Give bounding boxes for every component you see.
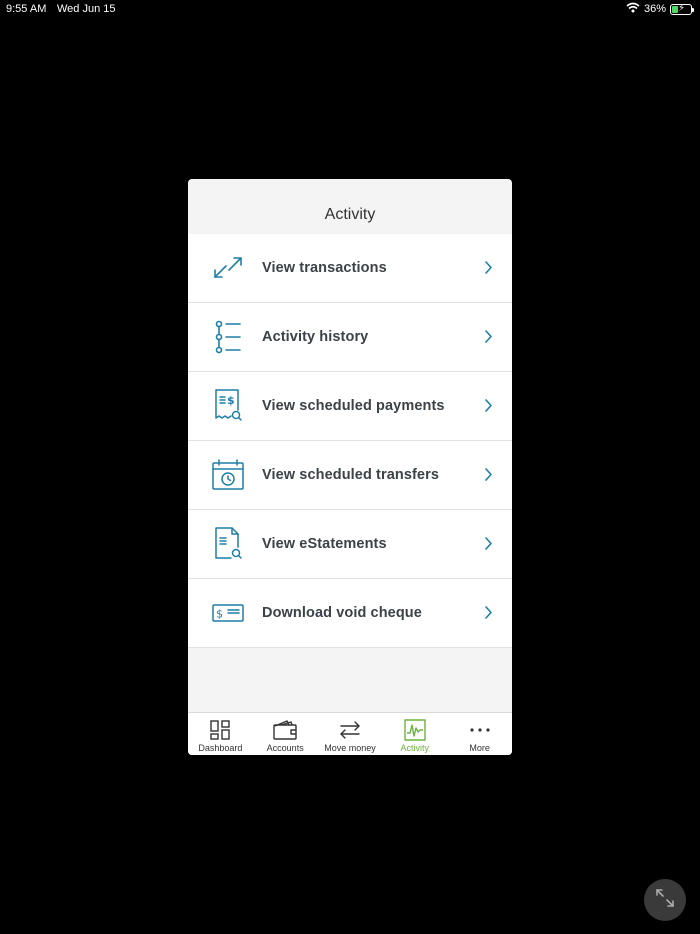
menu-item-label: View scheduled payments xyxy=(262,398,445,414)
chevron-right-icon xyxy=(484,605,493,625)
cheque-icon: $ xyxy=(209,594,247,632)
menu-item-label: View scheduled transfers xyxy=(262,467,440,483)
wifi-icon xyxy=(626,2,640,16)
charging-bolt-icon: ⚡ xyxy=(678,2,686,14)
app-header: Activity xyxy=(188,179,512,234)
tab-label: Accounts xyxy=(266,743,304,753)
calendar-clock-icon xyxy=(209,456,247,494)
tab-accounts[interactable]: Accounts xyxy=(253,713,318,755)
expand-window-button[interactable] xyxy=(644,879,686,921)
document-search-icon xyxy=(209,525,247,563)
activity-menu-list: View transactions Activity history $ Vie… xyxy=(188,234,512,648)
transfer-arrows-icon xyxy=(339,718,361,742)
tab-label: Dashboard xyxy=(198,743,243,753)
chevron-right-icon xyxy=(484,398,493,418)
chevron-right-icon xyxy=(484,536,493,556)
battery-icon: ⚡ xyxy=(670,2,694,15)
svg-text:$: $ xyxy=(227,394,235,407)
svg-text:$: $ xyxy=(216,608,223,621)
tab-label: Activity xyxy=(400,743,430,753)
menu-item-label: Activity history xyxy=(262,329,369,345)
arrows-diagonal-icon xyxy=(209,249,247,287)
page-title: Activity xyxy=(324,206,376,223)
tab-activity[interactable]: Activity xyxy=(382,713,447,755)
chevron-right-icon xyxy=(484,260,493,280)
menu-item-view-scheduled-payments[interactable]: $ View scheduled payments xyxy=(188,372,512,441)
menu-item-view-transactions[interactable]: View transactions xyxy=(188,234,512,303)
menu-item-label: View transactions xyxy=(262,260,387,276)
expand-arrows-icon xyxy=(654,887,676,914)
status-time: 9:55 AM xyxy=(6,3,47,15)
menu-item-activity-history[interactable]: Activity history xyxy=(188,303,512,372)
bottom-tab-bar: Dashboard Accounts Move money Activity M… xyxy=(188,712,512,755)
wallet-icon xyxy=(273,718,297,742)
menu-item-view-estatements[interactable]: View eStatements xyxy=(188,510,512,579)
tab-label: More xyxy=(469,743,490,753)
activity-chart-icon xyxy=(404,718,426,742)
battery-percent: 36% xyxy=(643,3,666,15)
menu-item-label: Download void cheque xyxy=(262,605,422,621)
grid-icon xyxy=(210,718,231,742)
tab-more[interactable]: More xyxy=(447,713,512,755)
more-dots-icon xyxy=(469,718,491,742)
receipt-search-icon: $ xyxy=(209,387,247,425)
app-window: Activity View transactions Activity hist… xyxy=(188,179,512,755)
chevron-right-icon xyxy=(484,467,493,487)
timeline-list-icon xyxy=(209,318,247,356)
menu-item-label: View eStatements xyxy=(262,536,387,552)
tab-dashboard[interactable]: Dashboard xyxy=(188,713,253,755)
menu-item-view-scheduled-transfers[interactable]: View scheduled transfers xyxy=(188,441,512,510)
chevron-right-icon xyxy=(484,329,493,349)
tab-move-money[interactable]: Move money xyxy=(318,713,383,755)
status-indicators: 36% ⚡ xyxy=(626,2,694,16)
status-bar: 9:55 AM Wed Jun 15 36% ⚡ xyxy=(0,0,700,18)
tab-label: Move money xyxy=(324,743,376,753)
menu-item-download-void-cheque[interactable]: $ Download void cheque xyxy=(188,579,512,648)
status-date: Wed Jun 15 xyxy=(57,3,116,15)
